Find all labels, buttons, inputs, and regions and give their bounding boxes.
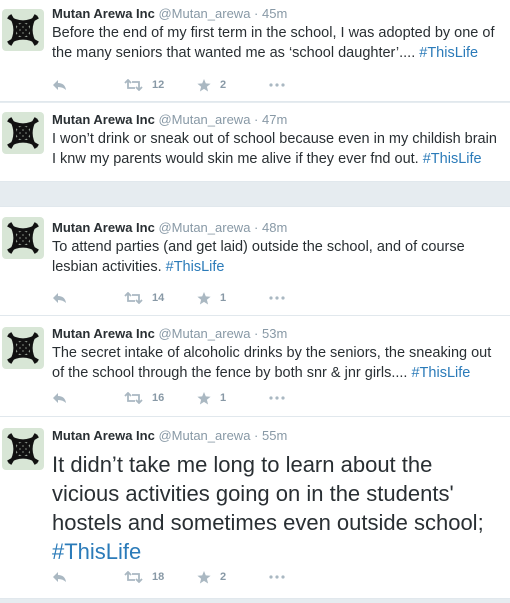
tweet-text: It didn’t take me long to learn about th… <box>52 450 504 566</box>
reply-icon <box>53 80 66 90</box>
tweet-time[interactable]: · 47m <box>254 112 287 127</box>
tweet-actions: 18 2 <box>52 568 312 586</box>
favorite-count: 1 <box>220 292 227 304</box>
retweet-count: 12 <box>152 79 165 91</box>
tweet-actions: 12 2 <box>52 76 312 94</box>
tweet-time[interactable]: · 45m <box>254 6 287 21</box>
tweet[interactable]: Mutan Arewa Inc @Mutan_arewa · 47m I won… <box>0 103 510 182</box>
retweet-count: 16 <box>152 392 165 404</box>
hashtag-link[interactable]: #ThisLife <box>411 365 470 381</box>
retweet-count: 14 <box>152 292 165 304</box>
reply-icon <box>53 393 66 403</box>
reply-button[interactable] <box>52 568 67 586</box>
hashtag-link[interactable]: #ThisLife <box>423 151 482 167</box>
author-handle[interactable]: @Mutan_arewa <box>158 220 250 235</box>
favorite-count: 2 <box>220 79 227 91</box>
hashtag-link[interactable]: #ThisLife <box>419 45 478 61</box>
tweet-actions: 14 1 <box>52 289 312 307</box>
author-name[interactable]: Mutan Arewa Inc <box>52 112 155 127</box>
reply-button[interactable] <box>52 76 67 94</box>
hashtag-link[interactable]: #ThisLife <box>52 539 141 564</box>
retweet-icon <box>124 292 143 304</box>
retweet-button[interactable]: 14 <box>124 289 164 307</box>
retweet-icon <box>124 571 143 583</box>
star-icon <box>197 78 211 91</box>
tweet-text: To attend parties (and get laid) outside… <box>52 237 504 277</box>
tweet-text-body: To attend parties (and get laid) outside… <box>52 239 465 275</box>
retweet-count: 18 <box>152 571 165 583</box>
tweet-text-body: It didn’t take me long to learn about th… <box>52 452 484 535</box>
favorite-button[interactable]: 2 <box>197 76 226 94</box>
hashtag-link[interactable]: #ThisLife <box>166 259 225 275</box>
author-handle[interactable]: @Mutan_arewa <box>158 326 250 341</box>
tweet[interactable]: Mutan Arewa Inc @Mutan_arewa · 48m To at… <box>0 206 510 316</box>
more-icon <box>269 396 285 400</box>
avatar[interactable] <box>2 9 44 51</box>
avatar[interactable] <box>2 327 44 369</box>
more-button[interactable] <box>269 76 285 94</box>
star-icon <box>197 291 211 304</box>
author-name[interactable]: Mutan Arewa Inc <box>52 220 155 235</box>
more-button[interactable] <box>269 568 285 586</box>
more-icon <box>269 296 285 300</box>
retweet-icon <box>124 392 143 404</box>
tweet[interactable]: Mutan Arewa Inc @Mutan_arewa · 53m The s… <box>0 316 510 417</box>
more-icon <box>269 575 285 579</box>
avatar[interactable] <box>2 217 44 259</box>
more-icon <box>269 83 285 87</box>
favorite-button[interactable]: 2 <box>197 568 226 586</box>
retweet-icon <box>124 79 143 91</box>
avatar[interactable] <box>2 428 44 470</box>
reply-button[interactable] <box>52 389 67 407</box>
tweet-text: The secret intake of alcoholic drinks by… <box>52 343 504 383</box>
tweet[interactable]: Mutan Arewa Inc @Mutan_arewa · 45m Befor… <box>0 0 510 102</box>
author-name[interactable]: Mutan Arewa Inc <box>52 326 155 341</box>
tweet-time[interactable]: · 55m <box>254 428 287 443</box>
author-name[interactable]: Mutan Arewa Inc <box>52 6 155 21</box>
reply-icon <box>53 293 66 303</box>
author-handle[interactable]: @Mutan_arewa <box>158 6 250 21</box>
avatar[interactable] <box>2 112 44 154</box>
tweet-time[interactable]: · 48m <box>254 220 287 235</box>
timeline-gap <box>0 182 510 206</box>
star-icon <box>197 570 211 583</box>
author-handle[interactable]: @Mutan_arewa <box>158 112 250 127</box>
tweet-actions: 16 1 <box>52 389 312 407</box>
tweet-text: I won’t drink or sneak out of school bec… <box>52 129 504 169</box>
star-icon <box>197 391 211 404</box>
author-name[interactable]: Mutan Arewa Inc <box>52 428 155 443</box>
retweet-button[interactable]: 16 <box>124 389 164 407</box>
more-button[interactable] <box>269 289 285 307</box>
retweet-button[interactable]: 12 <box>124 76 164 94</box>
favorite-button[interactable]: 1 <box>197 289 226 307</box>
reply-icon <box>53 572 66 582</box>
favorite-count: 2 <box>220 571 227 583</box>
favorite-button[interactable]: 1 <box>197 389 226 407</box>
reply-button[interactable] <box>52 289 67 307</box>
more-button[interactable] <box>269 389 285 407</box>
tweet[interactable]: Mutan Arewa Inc @Mutan_arewa · 55m It di… <box>0 417 510 599</box>
retweet-button[interactable]: 18 <box>124 568 164 586</box>
favorite-count: 1 <box>220 392 227 404</box>
tweet-text: Before the end of my first term in the s… <box>52 23 504 63</box>
tweet-time[interactable]: · 53m <box>254 326 287 341</box>
author-handle[interactable]: @Mutan_arewa <box>158 428 250 443</box>
